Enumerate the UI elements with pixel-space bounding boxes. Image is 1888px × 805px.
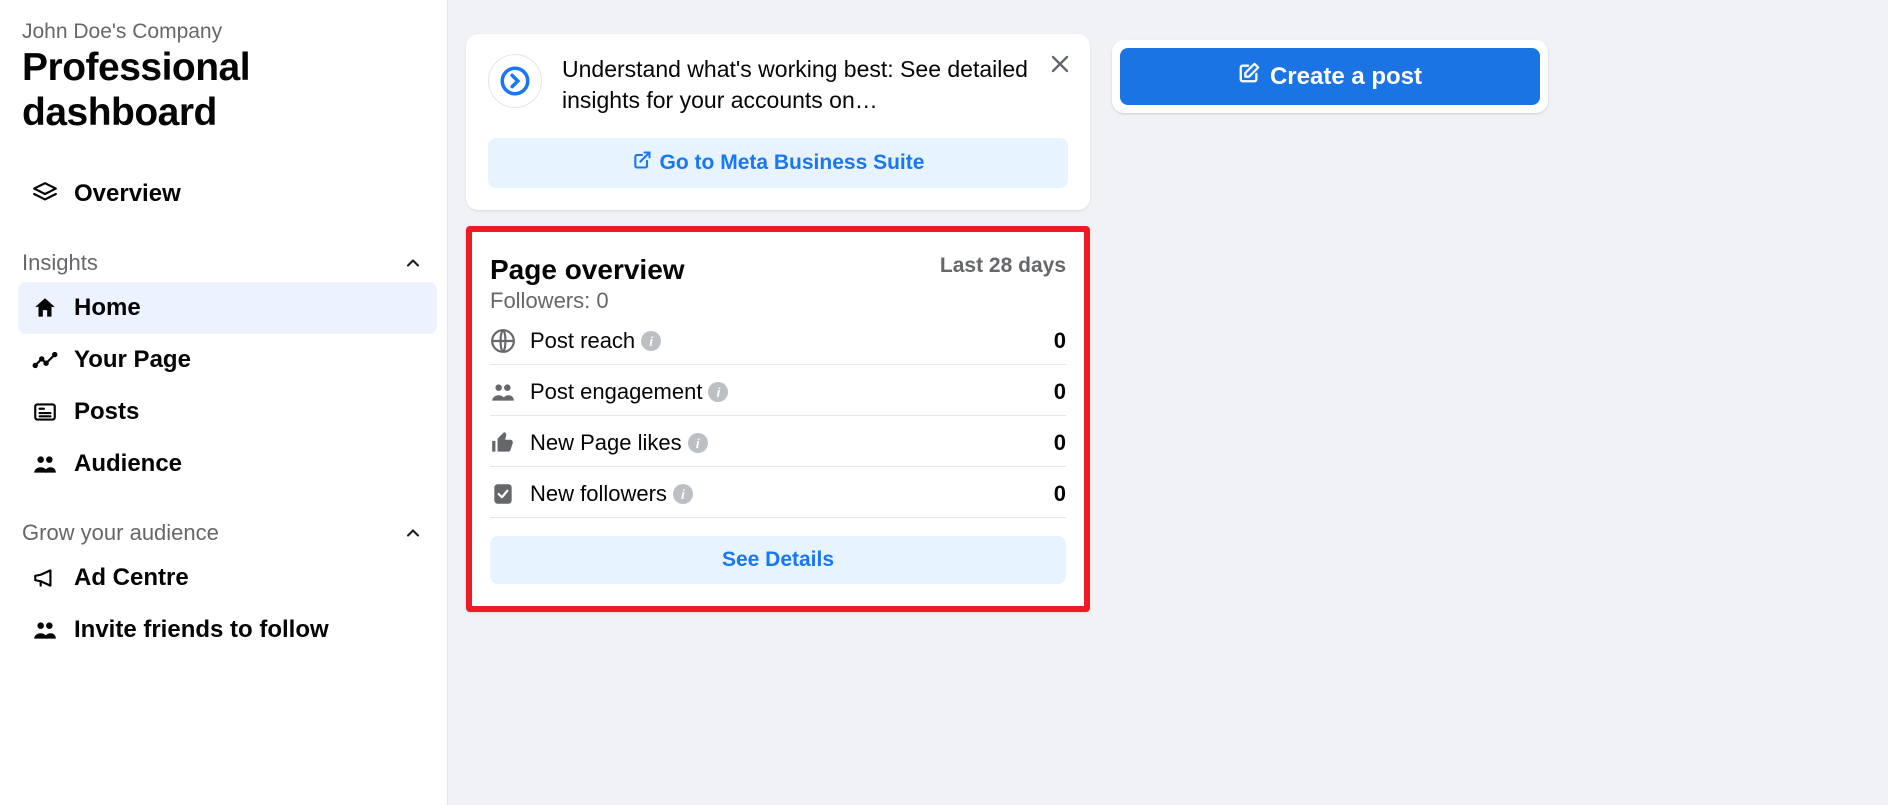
home-icon	[32, 295, 58, 321]
right-column: Create a post	[1112, 34, 1548, 805]
create-post-button[interactable]: Create a post	[1120, 48, 1540, 105]
page-title: Professional dashboard	[18, 46, 437, 136]
promo-card: Understand what's working best: See deta…	[466, 34, 1090, 210]
metric-new-likes: New Page likes i 0	[490, 416, 1066, 467]
nav-label: Invite friends to follow	[74, 616, 329, 644]
metric-value: 0	[1054, 379, 1066, 405]
main-content: Understand what's working best: See deta…	[448, 0, 1888, 805]
metric-label: Post reach	[530, 328, 635, 354]
nav-audience[interactable]: Audience	[18, 438, 437, 490]
metric-label: New followers	[530, 481, 667, 507]
people-icon	[490, 379, 516, 405]
metric-new-followers: New followers i 0	[490, 467, 1066, 518]
metric-post-reach: Post reach i 0	[490, 314, 1066, 365]
see-details-button[interactable]: See Details	[490, 536, 1066, 584]
nav-label: Audience	[74, 450, 182, 478]
newspaper-icon	[32, 399, 58, 425]
button-label: Create a post	[1270, 63, 1422, 91]
button-label: See Details	[722, 548, 834, 572]
bookmark-check-icon	[490, 481, 516, 507]
chevron-up-icon	[403, 523, 423, 543]
megaphone-icon	[32, 565, 58, 591]
metric-value: 0	[1054, 481, 1066, 507]
insights-circle-icon	[488, 54, 542, 108]
section-header-insights[interactable]: Insights	[18, 238, 437, 282]
external-link-icon	[632, 150, 652, 176]
close-icon[interactable]	[1046, 50, 1074, 78]
overview-title: Page overview	[490, 254, 685, 286]
nav-invite-friends[interactable]: Invite friends to follow	[18, 604, 437, 656]
thumbs-up-icon	[490, 430, 516, 456]
metric-value: 0	[1054, 328, 1066, 354]
nav-label: Posts	[74, 398, 139, 426]
trend-icon	[32, 347, 58, 373]
nav-home[interactable]: Home	[18, 282, 437, 334]
center-column: Understand what's working best: See deta…	[466, 34, 1090, 805]
info-icon[interactable]: i	[641, 331, 661, 351]
followers-count: Followers: 0	[490, 288, 685, 314]
promo-text: Understand what's working best: See deta…	[562, 54, 1068, 116]
section-header-grow[interactable]: Grow your audience	[18, 508, 437, 552]
metric-post-engagement: Post engagement i 0	[490, 365, 1066, 416]
nav-overview[interactable]: Overview	[18, 168, 437, 220]
chevron-up-icon	[403, 253, 423, 273]
page-overview-card: Page overview Followers: 0 Last 28 days …	[466, 226, 1090, 612]
create-post-card: Create a post	[1112, 40, 1548, 113]
metric-label: New Page likes	[530, 430, 682, 456]
info-icon[interactable]: i	[708, 382, 728, 402]
section-label: Grow your audience	[22, 520, 219, 546]
nav-ad-centre[interactable]: Ad Centre	[18, 552, 437, 604]
nav-label: Ad Centre	[74, 564, 189, 592]
info-icon[interactable]: i	[688, 433, 708, 453]
nav-label: Home	[74, 294, 141, 322]
nav-label: Overview	[74, 180, 181, 208]
metric-label: Post engagement	[530, 379, 702, 405]
company-name: John Doe's Company	[18, 20, 437, 44]
go-to-meta-suite-button[interactable]: Go to Meta Business Suite	[488, 138, 1068, 188]
button-label: Go to Meta Business Suite	[660, 151, 925, 175]
overview-period: Last 28 days	[940, 254, 1066, 278]
nav-label: Your Page	[74, 346, 191, 374]
section-label: Insights	[22, 250, 98, 276]
globe-icon	[490, 328, 516, 354]
nav-posts[interactable]: Posts	[18, 386, 437, 438]
people-icon	[32, 617, 58, 643]
sidebar: John Doe's Company Professional dashboar…	[0, 0, 448, 805]
metric-value: 0	[1054, 430, 1066, 456]
people-icon	[32, 451, 58, 477]
layers-icon	[32, 181, 58, 207]
info-icon[interactable]: i	[673, 484, 693, 504]
nav-your-page[interactable]: Your Page	[18, 334, 437, 386]
compose-icon	[1238, 62, 1260, 91]
